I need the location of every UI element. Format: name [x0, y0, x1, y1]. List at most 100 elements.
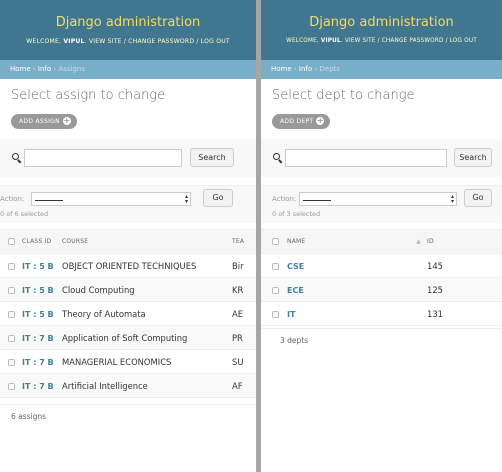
dept-name-link[interactable]: CSE	[287, 262, 304, 271]
search-toolbar: Search	[261, 139, 502, 177]
table-row: IT : 7 B Application of Soft Computing P…	[0, 325, 256, 350]
search-input[interactable]	[24, 149, 182, 167]
teacher-cell: AE	[232, 301, 256, 326]
page-title: Select assign to change	[11, 88, 166, 103]
row-checkbox[interactable]	[261, 253, 287, 278]
teacher-cell: SU	[232, 349, 256, 374]
site-branding[interactable]: Django administration	[0, 0, 256, 30]
add-assign-button[interactable]: ADD ASSIGN +	[11, 114, 77, 129]
select-all-checkbox[interactable]	[261, 229, 287, 254]
breadcrumb-separator: ›	[30, 65, 38, 73]
change-password-link[interactable]: CHANGE PASSWORD	[128, 38, 194, 45]
action-select-value	[303, 199, 331, 201]
results-table: NAME ▲ ID CSE 145 ECE 125 IT 131	[261, 229, 502, 326]
log-out-link[interactable]: LOG OUT	[201, 38, 230, 45]
username: VIPUL	[320, 38, 341, 44]
breadcrumb: Home › Info › Depts	[261, 60, 502, 79]
view-site-link[interactable]: VIEW SITE	[89, 38, 122, 45]
class-id-link[interactable]: IT : 7 B	[22, 382, 54, 391]
column-header-name-label: NAME	[287, 238, 306, 245]
add-assign-label: ADD ASSIGN	[19, 118, 60, 125]
dept-name-link[interactable]: IT	[287, 310, 295, 319]
search-button[interactable]: Search	[454, 148, 492, 167]
add-dept-button[interactable]: ADD DEPT +	[272, 114, 331, 129]
class-id-link[interactable]: IT : 5 B	[22, 262, 54, 271]
actions-bar: Action: ▴ ▾ Go 0 of 3 selected	[261, 185, 502, 223]
add-dept-label: ADD DEPT	[280, 118, 314, 125]
action-select[interactable]: ▴ ▾	[299, 192, 457, 206]
table-row: IT 131	[261, 301, 502, 326]
dept-id-cell: 125	[427, 277, 502, 302]
course-cell: OBJECT ORIENTED TECHNIQUES	[62, 253, 232, 278]
class-id-link[interactable]: IT : 5 B	[22, 310, 54, 319]
dept-name-link[interactable]: ECE	[287, 286, 304, 295]
page-title: Select dept to change	[272, 88, 415, 103]
table-row: IT : 5 B Theory of Automata AE	[0, 301, 256, 326]
table-row: IT : 7 B MANAGERIAL ECONOMICS SU	[0, 349, 256, 374]
plus-icon: +	[316, 115, 325, 125]
class-id-link[interactable]: IT : 7 B	[22, 334, 54, 343]
search-button[interactable]: Search	[190, 148, 234, 167]
table-row: IT : 5 B Cloud Computing KR	[0, 277, 256, 302]
go-button[interactable]: Go	[203, 189, 233, 207]
course-cell: MANAGERIAL ECONOMICS	[62, 349, 232, 374]
course-cell: Theory of Automata	[62, 301, 232, 326]
column-header-name[interactable]: NAME ▲	[287, 229, 427, 254]
row-checkbox[interactable]	[261, 277, 287, 302]
row-checkbox[interactable]	[0, 373, 22, 398]
view-site-link[interactable]: VIEW SITE	[345, 38, 376, 44]
breadcrumb-info[interactable]: Info	[299, 65, 312, 73]
table-row: CSE 145	[261, 253, 502, 278]
search-icon	[273, 153, 283, 164]
action-select[interactable]: ▴ ▾	[31, 192, 191, 206]
teacher-cell: AF	[232, 373, 256, 398]
select-arrows-icon: ▴ ▾	[184, 193, 188, 205]
sort-ascending-icon[interactable]: ▲	[416, 238, 421, 245]
plus-icon: +	[62, 115, 71, 125]
breadcrumb-current: Depts	[319, 65, 340, 73]
search-toolbar: Search	[0, 139, 256, 177]
results-table: CLASS ID COURSE TEA IT : 5 B OBJECT ORIE…	[0, 229, 256, 398]
row-checkbox[interactable]	[0, 325, 22, 350]
site-branding[interactable]: Django administration	[261, 0, 502, 30]
row-checkbox[interactable]	[261, 301, 287, 326]
column-header-id[interactable]: ID	[427, 229, 502, 254]
row-checkbox[interactable]	[0, 301, 22, 326]
table-row: ECE 125	[261, 277, 502, 302]
dept-id-cell: 131	[427, 301, 502, 326]
teacher-cell: KR	[232, 277, 256, 302]
table-row: IT : 5 B OBJECT ORIENTED TECHNIQUES Bir	[0, 253, 256, 278]
assign-changelist-window: Django administration WELCOME, VIPUL. VI…	[0, 0, 256, 472]
user-tools: WELCOME, VIPUL. VIEW SITE / CHANGE PASSW…	[26, 38, 230, 45]
breadcrumb-home[interactable]: Home	[10, 65, 31, 73]
table-row: IT : 7 B Artificial Intelligence AF	[0, 373, 256, 398]
column-header-class-id[interactable]: CLASS ID	[22, 229, 62, 254]
class-id-link[interactable]: IT : 5 B	[22, 286, 54, 295]
search-icon	[12, 153, 22, 164]
row-checkbox[interactable]	[0, 277, 22, 302]
change-password-link[interactable]: CHANGE PASSWORD	[382, 38, 444, 44]
course-cell: Application of Soft Computing	[62, 325, 232, 350]
welcome-text: WELCOME,	[286, 38, 321, 44]
breadcrumb-info[interactable]: Info	[38, 65, 51, 73]
row-checkbox[interactable]	[0, 349, 22, 374]
header: Django administration WELCOME, VIPUL. VI…	[261, 0, 502, 60]
welcome-text: WELCOME,	[26, 38, 64, 45]
column-header-teacher[interactable]: TEA	[232, 229, 256, 254]
class-id-link[interactable]: IT : 7 B	[22, 358, 54, 367]
column-header-course[interactable]: COURSE	[62, 229, 232, 254]
selection-count: 0 of 6 selected	[0, 210, 49, 218]
course-cell: Cloud Computing	[62, 277, 232, 302]
selection-count: 0 of 3 selected	[272, 210, 321, 218]
search-input[interactable]	[285, 149, 447, 167]
row-checkbox[interactable]	[0, 253, 22, 278]
teacher-cell: Bir	[232, 253, 256, 278]
breadcrumb-separator: ›	[291, 65, 299, 73]
breadcrumb-home[interactable]: Home	[271, 65, 292, 73]
log-out-link[interactable]: LOG OUT	[450, 38, 477, 44]
paginator: 6 assigns	[0, 404, 256, 428]
select-all-checkbox[interactable]	[0, 229, 22, 254]
go-button[interactable]: Go	[464, 189, 492, 207]
teacher-cell: PR	[232, 325, 256, 350]
select-arrows-icon: ▴ ▾	[450, 193, 454, 205]
